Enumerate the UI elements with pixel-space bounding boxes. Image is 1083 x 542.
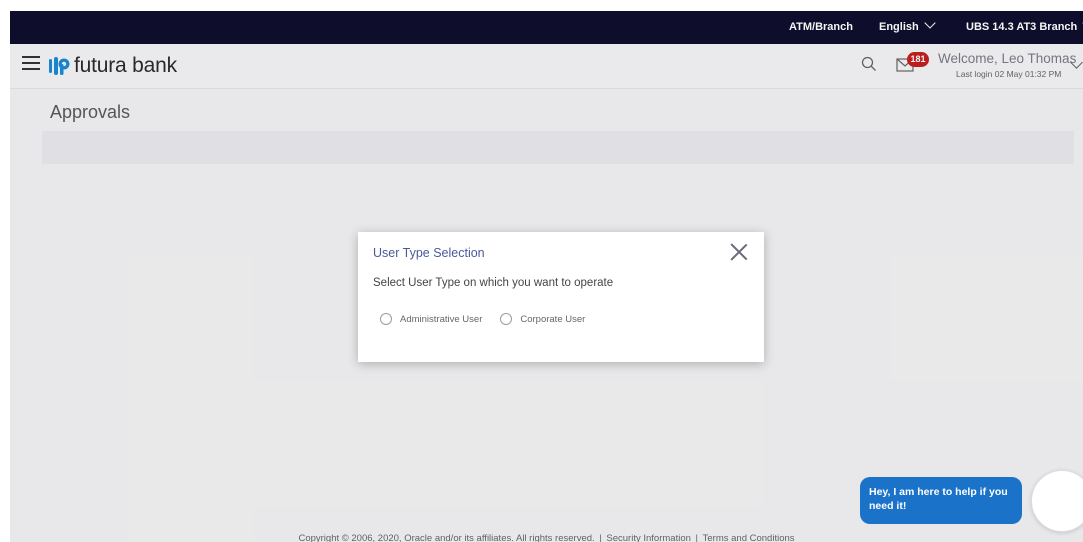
radio-corporate-user[interactable]: Corporate User xyxy=(500,313,585,325)
modal-title: User Type Selection xyxy=(373,246,485,260)
radio-label: Administrative User xyxy=(400,313,483,325)
close-icon[interactable] xyxy=(729,242,749,262)
user-type-options: Administrative User Corporate User xyxy=(380,313,603,325)
radio-circle[interactable] xyxy=(380,313,392,325)
user-type-modal: User Type Selection Select User Type on … xyxy=(358,232,764,362)
radio-administrative-user[interactable]: Administrative User xyxy=(380,313,482,325)
chat-bubble[interactable]: Hey, I am here to help if you need it! xyxy=(860,477,1022,524)
radio-circle[interactable] xyxy=(500,313,513,325)
modal-subtitle: Select User Type on which you want to op… xyxy=(373,277,614,289)
radio-label: Corporate User xyxy=(520,313,586,325)
app-frame: ATM/Branch English UBS 14.3 AT3 Branch f… xyxy=(10,11,1083,542)
